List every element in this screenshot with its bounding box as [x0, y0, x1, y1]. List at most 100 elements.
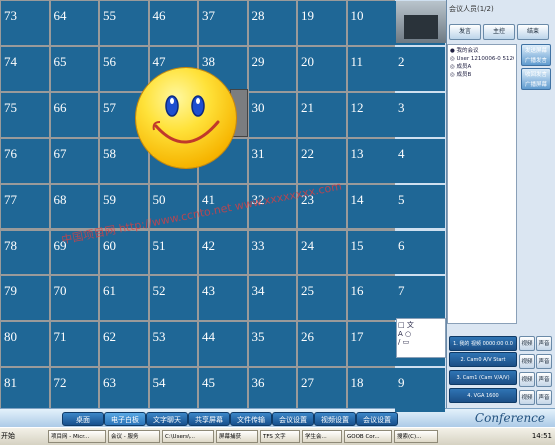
grid-cell[interactable]: 68	[50, 184, 98, 229]
grid-cell[interactable]: 65	[50, 46, 98, 91]
grid-cell[interactable]: 75	[1, 92, 49, 137]
grid-cell[interactable]: 80	[1, 322, 49, 367]
video-channel-item[interactable]: 4. VGA 1600	[449, 388, 517, 403]
grid-cell[interactable]: 63	[100, 368, 148, 413]
grid-cell[interactable]: 53	[149, 322, 197, 367]
tab-video-settings[interactable]: 视频设置	[314, 412, 356, 426]
start-button[interactable]: 开始	[1, 429, 31, 443]
grid-cell[interactable]: 36	[248, 368, 296, 413]
grid-cell[interactable]: 22	[298, 138, 346, 183]
grid-cell[interactable]: 77	[1, 184, 49, 229]
grid-cell[interactable]: 76	[1, 138, 49, 183]
audio-toggle-button[interactable]: 声音	[536, 336, 552, 351]
taskbar-item[interactable]: C:\Users\...	[162, 430, 214, 443]
tab-conference-settings[interactable]: 会议设置	[356, 412, 398, 426]
palette-row[interactable]: A ○	[398, 330, 444, 338]
tree-item[interactable]: ◎ User 1210006-0 5120op	[450, 55, 514, 63]
taskbar-item[interactable]: 学生会...	[302, 430, 342, 443]
grid-cell[interactable]: 72	[50, 368, 98, 413]
video-toggle-button[interactable]: 视频	[519, 336, 535, 351]
smiley-icon[interactable]	[136, 68, 236, 168]
grid-cell[interactable]: 45	[199, 368, 247, 413]
grid-cell[interactable]: 16	[347, 276, 395, 321]
grid-cell[interactable]: 19	[298, 1, 346, 45]
member-tree[interactable]: ● 我的会议 ◎ User 1210006-0 5120op ◎ 成员A ◎ 成…	[447, 44, 517, 324]
grid-cell[interactable]: 64	[50, 1, 98, 45]
end-button[interactable]: 结束	[517, 24, 549, 40]
grid-cell[interactable]: 33	[248, 230, 296, 275]
grid-cell[interactable]: 71	[50, 322, 98, 367]
taskbar-item[interactable]: 屏幕捕获	[216, 430, 258, 443]
palette-row[interactable]: □ 文	[398, 320, 444, 330]
grid-cell[interactable]: 46	[149, 1, 197, 45]
grid-cell[interactable]: 67	[50, 138, 98, 183]
whiteboard-grid[interactable]: 7364554637281910746556473829201175665748…	[0, 0, 395, 413]
taskbar-item[interactable]: TFS 文字	[260, 430, 300, 443]
speak-button[interactable]: 发言	[449, 24, 481, 40]
audio-toggle-button[interactable]: 声音	[536, 390, 552, 405]
grid-cell[interactable]: 11	[347, 46, 395, 91]
grid-cell[interactable]: 30	[248, 92, 296, 137]
grid-cell[interactable]: 25	[298, 276, 346, 321]
broadcast-screen-button[interactable]: 发送屏幕 广播发言	[521, 44, 551, 66]
tab-share-screen[interactable]: 共享屏幕	[188, 412, 230, 426]
tab-whiteboard[interactable]: 电子白板	[104, 412, 146, 426]
grid-cell[interactable]: 54	[149, 368, 197, 413]
grid-cell[interactable]: 24	[298, 230, 346, 275]
tree-item[interactable]: ● 我的会议	[450, 47, 514, 55]
grid-cell[interactable]: 61	[100, 276, 148, 321]
tree-item[interactable]: ◎ 成员B	[450, 71, 514, 79]
palette-row[interactable]: / ▭	[398, 338, 444, 346]
video-channel-item[interactable]: 2. Cam0 A/V Start	[449, 352, 517, 367]
tree-item[interactable]: ◎ 成员A	[450, 63, 514, 71]
video-channel-item[interactable]: 1. 我的 视频 0000:00 0.0 0.0	[449, 336, 517, 362]
grid-cell[interactable]: 55	[100, 1, 148, 45]
grid-cell[interactable]: 34	[248, 276, 296, 321]
grid-cell[interactable]: 26	[298, 322, 346, 367]
grid-cell[interactable]: 12	[347, 92, 395, 137]
grid-cell[interactable]: 29	[248, 46, 296, 91]
audio-toggle-button[interactable]: 声音	[536, 354, 552, 369]
grid-cell[interactable]: 37	[199, 1, 247, 45]
grid-cell[interactable]: 17	[347, 322, 395, 367]
grid-cell[interactable]: 10	[347, 1, 395, 45]
video-toggle-button[interactable]: 视频	[519, 390, 535, 405]
tab-desktop[interactable]: 桌面	[62, 412, 104, 426]
grid-cell[interactable]: 70	[50, 276, 98, 321]
taskbar-item[interactable]: 项目网 - Micr...	[48, 430, 106, 443]
grid-cell[interactable]: 27	[298, 368, 346, 413]
video-toggle-button[interactable]: 视频	[519, 372, 535, 387]
grid-cell[interactable]: 62	[100, 322, 148, 367]
grid-cell[interactable]: 44	[199, 322, 247, 367]
grid-cell[interactable]: 42	[199, 230, 247, 275]
grid-cell[interactable]: 43	[199, 276, 247, 321]
grid-cell[interactable]: 20	[298, 46, 346, 91]
grid-cell[interactable]: 31	[248, 138, 296, 183]
tab-meeting-settings[interactable]: 会议设置	[272, 412, 314, 426]
grid-cell[interactable]: 74	[1, 46, 49, 91]
taskbar-item[interactable]: 搜索(C)...	[394, 430, 438, 443]
drawing-tool-palette[interactable]: □ 文 A ○ / ▭	[396, 318, 446, 358]
audio-toggle-button[interactable]: 声音	[536, 372, 552, 387]
grid-cell[interactable]: 79	[1, 276, 49, 321]
video-toggle-button[interactable]: 视频	[519, 354, 535, 369]
taskbar-item[interactable]: 会议 - 服务	[108, 430, 160, 443]
grid-cell[interactable]: 78	[1, 230, 49, 275]
tab-file-transfer[interactable]: 文件传输	[230, 412, 272, 426]
control-button[interactable]: 主控	[483, 24, 515, 40]
grid-cell[interactable]: 15	[347, 230, 395, 275]
grid-cell[interactable]: 51	[149, 230, 197, 275]
grid-cell[interactable]: 73	[1, 1, 49, 45]
grid-cell[interactable]: 21	[298, 92, 346, 137]
grid-cell[interactable]: 52	[149, 276, 197, 321]
grid-cell[interactable]: 35	[248, 322, 296, 367]
recall-speak-button[interactable]: 收回发言 广播屏幕	[521, 68, 551, 90]
grid-cell[interactable]: 66	[50, 92, 98, 137]
grid-cell[interactable]: 13	[347, 138, 395, 183]
grid-cell[interactable]: 18	[347, 368, 395, 413]
video-channel-item[interactable]: 3. Cam1 (Cam V/A/V) None	[449, 370, 517, 396]
tab-text-chat[interactable]: 文字聊天	[146, 412, 188, 426]
grid-cell[interactable]: 81	[1, 368, 49, 413]
taskbar-item[interactable]: GOOB Cor...	[344, 430, 392, 443]
grid-cell[interactable]: 28	[248, 1, 296, 45]
